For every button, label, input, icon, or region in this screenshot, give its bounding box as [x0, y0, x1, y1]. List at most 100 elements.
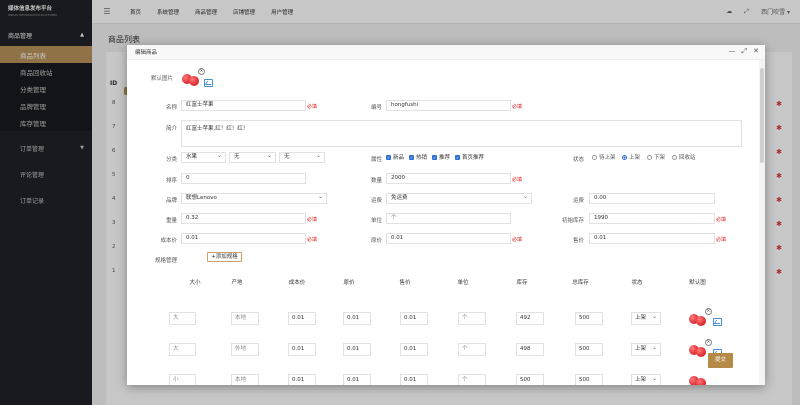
- label-shipping: 运费: [572, 198, 584, 204]
- label-orig: 原价: [370, 238, 382, 244]
- spec-orig-input[interactable]: 0.01: [343, 374, 371, 385]
- spec-status-select[interactable]: 上架: [631, 311, 661, 325]
- spec-status-select[interactable]: 上架: [631, 342, 661, 356]
- label-category: 分类: [165, 157, 177, 163]
- weight-input[interactable]: 0.32: [181, 213, 306, 224]
- spec-size-input[interactable]: 大: [169, 343, 196, 356]
- code-input[interactable]: hongfushi: [386, 100, 511, 111]
- label-cost: 成本价: [160, 238, 177, 244]
- name-input[interactable]: 红富士苹果: [181, 100, 306, 111]
- check-icon: ✓: [455, 154, 460, 160]
- spec-cost-input[interactable]: 0.01: [288, 374, 316, 385]
- spec-header-stock: 库存: [516, 280, 528, 286]
- init-stock-input[interactable]: 1990: [589, 213, 715, 224]
- spec-orig-input[interactable]: 0.01: [343, 343, 371, 356]
- spec-header-size: 大小: [189, 280, 201, 286]
- spec-stock-input[interactable]: 492: [516, 312, 544, 325]
- attr-home-checkbox[interactable]: ✓ 首页推荐: [455, 153, 484, 161]
- spec-header-orig: 原价: [343, 280, 355, 286]
- spec-total-input[interactable]: 500: [575, 374, 603, 385]
- upload-image-icon[interactable]: [713, 318, 722, 326]
- unit-input[interactable]: 个: [386, 213, 511, 224]
- intro-textarea[interactable]: 红富士苹果,红！红！红！: [181, 120, 742, 147]
- category-select-1[interactable]: 水果: [181, 152, 226, 163]
- spec-stock-input[interactable]: 500: [516, 374, 544, 385]
- spec-header-cost: 成本价: [288, 280, 306, 286]
- status-online-label: 上架: [629, 155, 641, 161]
- status-radio-offline[interactable]: 下架: [647, 153, 665, 161]
- attr-new-checkbox[interactable]: ✓ 新品: [386, 153, 404, 161]
- price-input[interactable]: 0.01: [589, 233, 715, 244]
- spec-cost-input[interactable]: 0.01: [288, 312, 316, 325]
- spec-size-input[interactable]: 大: [169, 312, 196, 325]
- label-status: 状态: [572, 157, 584, 163]
- spec-origin-input[interactable]: 外地: [231, 343, 259, 356]
- modal-scrollbar[interactable]: [759, 60, 765, 385]
- spec-unit-input[interactable]: 个: [458, 343, 486, 356]
- freight-select[interactable]: 免运费: [386, 193, 532, 204]
- category-select-2[interactable]: 无: [229, 152, 276, 163]
- label-code: 编号: [370, 105, 382, 111]
- check-icon: ✓: [432, 154, 437, 160]
- quantity-input[interactable]: 2000: [386, 173, 511, 184]
- shipping-input[interactable]: 0.00: [589, 193, 715, 204]
- category-select-3[interactable]: 无: [279, 152, 325, 163]
- spec-orig-input[interactable]: 0.01: [343, 312, 371, 325]
- required-mark: 必填: [512, 237, 523, 243]
- upload-image-icon[interactable]: [204, 79, 213, 87]
- attr-hot-checkbox[interactable]: ✓ 热销: [409, 153, 427, 161]
- attr-hot-label: 热销: [416, 155, 428, 161]
- radio-selected-icon: [622, 154, 627, 160]
- spec-size-input[interactable]: 小: [169, 374, 196, 385]
- label-init-stock: 初始库存: [561, 218, 584, 224]
- spec-header-total: 总库存: [572, 280, 589, 286]
- spec-total-input[interactable]: 500: [575, 312, 603, 325]
- required-mark: 必填: [716, 237, 727, 243]
- label-name: 名称: [165, 105, 177, 111]
- spec-header-price: 售价: [399, 280, 411, 286]
- status-radio-pending[interactable]: 待上架: [592, 153, 616, 161]
- label-price: 售价: [572, 238, 584, 244]
- required-mark: 必填: [512, 104, 523, 110]
- label-brand: 品牌: [165, 198, 177, 204]
- modal-title: 编辑商品: [135, 50, 158, 56]
- spec-total-input[interactable]: 500: [575, 343, 603, 356]
- remove-image-icon[interactable]: ×: [705, 308, 712, 315]
- status-radio-online[interactable]: 上架: [622, 153, 640, 161]
- spec-price-input[interactable]: 0.01: [400, 312, 428, 325]
- cost-input[interactable]: 0.01: [181, 233, 306, 244]
- radio-icon: [672, 154, 677, 160]
- status-radio-recycle[interactable]: 回收站: [672, 153, 696, 161]
- spec-unit-input[interactable]: 个: [458, 374, 486, 385]
- label-attr: 属性: [370, 157, 382, 163]
- spec-price-input[interactable]: 0.01: [400, 374, 428, 385]
- spec-price-input[interactable]: 0.01: [400, 343, 428, 356]
- submit-button[interactable]: 提交: [708, 353, 733, 368]
- label-intro: 简介: [165, 126, 177, 132]
- spec-unit-input[interactable]: 个: [458, 312, 486, 325]
- attr-recommend-checkbox[interactable]: ✓ 推荐: [432, 153, 450, 161]
- remove-image-icon[interactable]: ×: [198, 68, 205, 75]
- minimize-icon[interactable]: —: [729, 47, 736, 56]
- close-icon[interactable]: ✕: [753, 47, 759, 56]
- remove-image-icon[interactable]: ×: [705, 339, 712, 346]
- spec-origin-input[interactable]: 本地: [231, 312, 259, 325]
- add-spec-button[interactable]: +添加规格: [207, 252, 242, 262]
- spec-stock-input[interactable]: 498: [516, 343, 544, 356]
- spec-origin-input[interactable]: 本地: [231, 374, 259, 385]
- spec-status-select[interactable]: 上架: [631, 373, 661, 385]
- label-freight: 运费: [370, 198, 382, 204]
- check-icon: ✓: [386, 154, 391, 160]
- status-recycle-label: 回收站: [679, 155, 696, 161]
- maximize-icon[interactable]: ⤢: [742, 47, 748, 56]
- spec-header-status: 状态: [631, 280, 643, 286]
- spec-cost-input[interactable]: 0.01: [288, 343, 316, 356]
- label-spec: 规格管理: [154, 258, 177, 264]
- radio-icon: [647, 154, 652, 160]
- spec-header-image: 默认图: [689, 280, 706, 286]
- sort-input[interactable]: 0: [181, 173, 306, 184]
- modal-header: 编辑商品 — ⤢ ✕: [127, 45, 765, 60]
- required-mark: 必填: [716, 217, 727, 223]
- brand-select[interactable]: 联想Lenovo: [181, 193, 327, 204]
- orig-price-input[interactable]: 0.01: [386, 233, 511, 244]
